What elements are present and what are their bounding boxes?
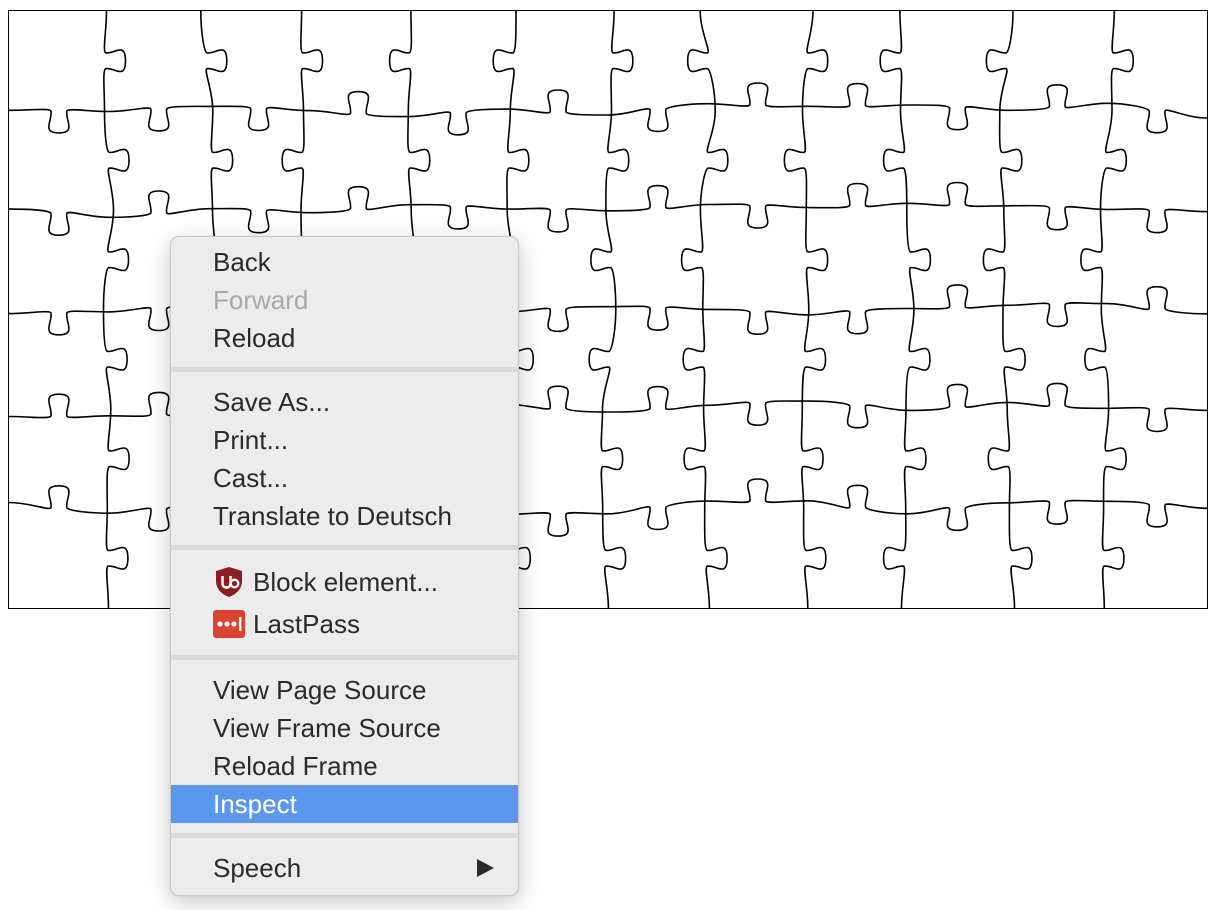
menu-separator xyxy=(171,367,518,372)
menu-item-save-as[interactable]: Save As... xyxy=(171,383,518,421)
menu-item-translate[interactable]: Translate to Deutsch xyxy=(171,497,518,535)
menu-separator xyxy=(171,655,518,660)
menu-item-speech[interactable]: Speech xyxy=(171,849,518,887)
ublock-origin-icon xyxy=(213,566,245,598)
context-menu: Back Forward Reload Save As... Print... … xyxy=(170,236,519,896)
menu-item-label: LastPass xyxy=(253,609,360,639)
submenu-arrow-icon xyxy=(477,859,494,877)
menu-item-block-element[interactable]: Block element... xyxy=(171,561,518,603)
puzzle-edge xyxy=(783,11,829,608)
puzzle-edge xyxy=(1080,11,1135,608)
menu-item-view-page-source[interactable]: View Page Source xyxy=(171,671,518,709)
menu-item-inspect[interactable]: Inspect xyxy=(171,785,518,823)
menu-item-forward: Forward xyxy=(213,285,309,315)
puzzle-edge xyxy=(102,11,130,608)
menu-item-label: Block element... xyxy=(253,567,438,597)
lastpass-icon xyxy=(213,608,245,640)
menu-item-label: Speech xyxy=(213,853,302,883)
menu-item-reload-frame[interactable]: Reload Frame xyxy=(171,747,518,785)
menu-separator xyxy=(171,545,518,550)
menu-separator xyxy=(171,833,518,838)
menu-item-cast[interactable]: Cast... xyxy=(171,459,518,497)
puzzle-edge xyxy=(588,11,634,608)
puzzle-edge xyxy=(982,11,1033,608)
menu-item-print[interactable]: Print... xyxy=(171,421,518,459)
menu-item-reload[interactable]: Reload xyxy=(171,319,518,357)
menu-item-lastpass[interactable]: LastPass xyxy=(171,603,518,645)
puzzle-edge xyxy=(9,82,1207,136)
menu-item-back[interactable]: Back xyxy=(171,243,518,281)
menu-item-view-frame-source[interactable]: View Frame Source xyxy=(171,709,518,747)
